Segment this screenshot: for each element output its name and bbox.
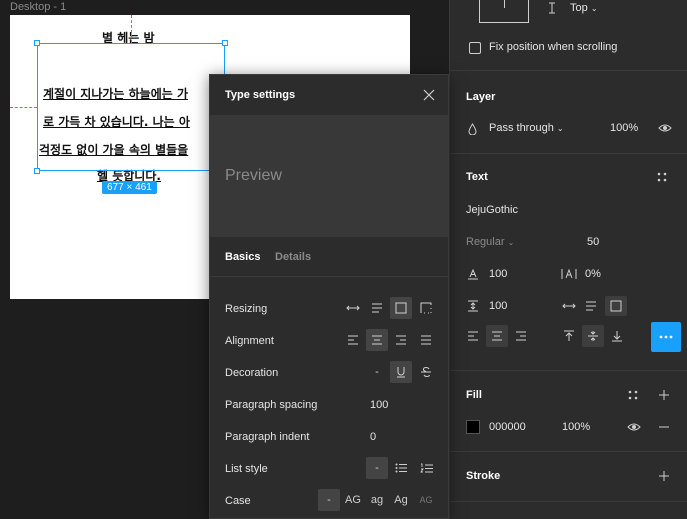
letter-spacing-icon [560,267,578,281]
case-smallcaps-button[interactable]: AG [415,489,437,511]
alignment-label: Alignment [225,335,274,347]
constraint-widget[interactable] [479,0,529,23]
text-title: Text [466,171,488,183]
popup-header: Type settings [210,75,448,115]
stroke-title: Stroke [466,470,501,482]
type-settings-button[interactable] [651,322,681,352]
preview-area: Preview [210,115,448,237]
paragraph-spacing-input[interactable]: 100 [370,399,388,411]
fixed-size-icon[interactable] [390,297,412,319]
case-label: Case [225,495,251,507]
resize-handle-tr[interactable] [222,40,228,46]
guide-horizontal [10,107,37,108]
stroke-section: Stroke [450,451,687,502]
fix-position-label: Fix position when scrolling [489,41,618,53]
line-height-input[interactable]: 100 [489,268,507,280]
close-icon[interactable] [421,87,437,103]
popup-title: Type settings [225,89,296,101]
paragraph-spacing-label: Paragraph spacing [225,399,318,411]
font-family-select[interactable]: JejuGothic [466,204,518,216]
tab-details[interactable]: Details [275,251,311,263]
layer-title: Layer [466,91,496,103]
paragraph-indent-input[interactable]: 0 [370,431,376,443]
paragraph-spacing-input[interactable]: 100 [489,300,507,312]
fill-styles-icon[interactable] [626,389,640,401]
align-right-icon[interactable] [512,328,530,344]
tabs-divider [210,276,448,277]
chevron-down-icon: ⌄ [507,238,515,247]
fix-position-checkbox[interactable] [469,42,481,54]
fill-hex-input[interactable]: 000000 [489,421,526,433]
list-none-button[interactable]: - [366,457,388,479]
fixed-size-icon[interactable] [605,296,627,316]
list-style-label: List style [225,463,268,475]
auto-height-icon[interactable] [366,297,388,319]
align-justify-icon[interactable] [415,329,437,351]
auto-width-icon[interactable] [342,297,364,319]
resize-handle-tl[interactable] [34,40,40,46]
vertical-constraint-icon [546,1,558,15]
paragraph-indent-label: Paragraph indent [225,431,310,443]
size-badge: 677 × 461 [102,181,157,194]
numbered-list-icon[interactable] [415,457,437,479]
case-none-button[interactable]: - [318,489,340,511]
tab-basics[interactable]: Basics [225,251,260,263]
fill-section: Fill 000000 100% [450,370,687,452]
remove-fill-icon[interactable] [657,420,671,434]
frame-label[interactable]: Desktop - 1 [10,1,66,13]
case-uppercase-button[interactable]: AG [342,489,364,511]
eye-icon[interactable] [657,121,673,135]
auto-height-icon[interactable] [582,298,600,314]
selection-box[interactable] [34,40,228,174]
guide-vertical [131,15,132,43]
styles-grid-icon[interactable] [655,171,669,183]
add-fill-icon[interactable] [657,388,671,402]
fill-color-swatch[interactable] [466,420,480,434]
auto-width-icon[interactable] [560,298,578,314]
align-center-icon[interactable] [486,325,508,347]
align-top-icon[interactable] [560,328,578,344]
type-settings-popup: Type settings Preview Basics Details Res… [209,74,449,519]
align-bottom-icon[interactable] [608,328,626,344]
chevron-down-icon: ⌄ [556,124,564,133]
fill-title: Fill [466,389,482,401]
font-style-select[interactable]: Regular ⌄ [466,236,514,248]
align-left-icon[interactable] [464,328,482,344]
truncate-icon[interactable] [415,297,437,319]
letter-spacing-input[interactable]: 0% [585,268,601,280]
align-middle-icon[interactable] [582,325,604,347]
vertical-constraint-select[interactable]: Top ⌄ [570,2,598,14]
add-stroke-icon[interactable] [657,469,671,483]
decoration-none-button[interactable]: - [366,361,388,383]
constraints-section: Top ⌄ Fix position when scrolling [450,0,687,71]
align-center-icon[interactable] [366,329,388,351]
eye-icon[interactable] [626,420,642,434]
align-right-icon[interactable] [390,329,412,351]
font-size-input[interactable]: 50 [587,236,599,248]
fill-opacity-input[interactable]: 100% [562,421,590,433]
blend-drop-icon [466,122,478,136]
strikethrough-icon[interactable] [415,361,437,383]
paragraph-spacing-icon [466,299,480,313]
case-lowercase-button[interactable]: ag [366,489,388,511]
layer-opacity[interactable]: 100% [610,122,638,134]
decoration-label: Decoration [225,367,279,379]
preview-text: Preview [225,167,282,184]
bulleted-list-icon[interactable] [390,457,412,479]
line-height-icon [466,267,480,281]
resize-handle-bl[interactable] [34,168,40,174]
text-section: Text JejuGothic Regular ⌄ 50 100 0% 100 [450,153,687,371]
case-titlecase-button[interactable]: Ag [390,489,412,511]
underline-icon[interactable] [390,361,412,383]
layer-section: Layer Pass through ⌄ 100% [450,70,687,154]
resizing-label: Resizing [225,303,268,315]
chevron-down-icon: ⌄ [590,4,598,13]
blend-mode-select[interactable]: Pass through ⌄ [489,122,564,134]
align-left-icon[interactable] [342,329,364,351]
design-panel: Top ⌄ Fix position when scrolling Layer … [449,0,687,519]
